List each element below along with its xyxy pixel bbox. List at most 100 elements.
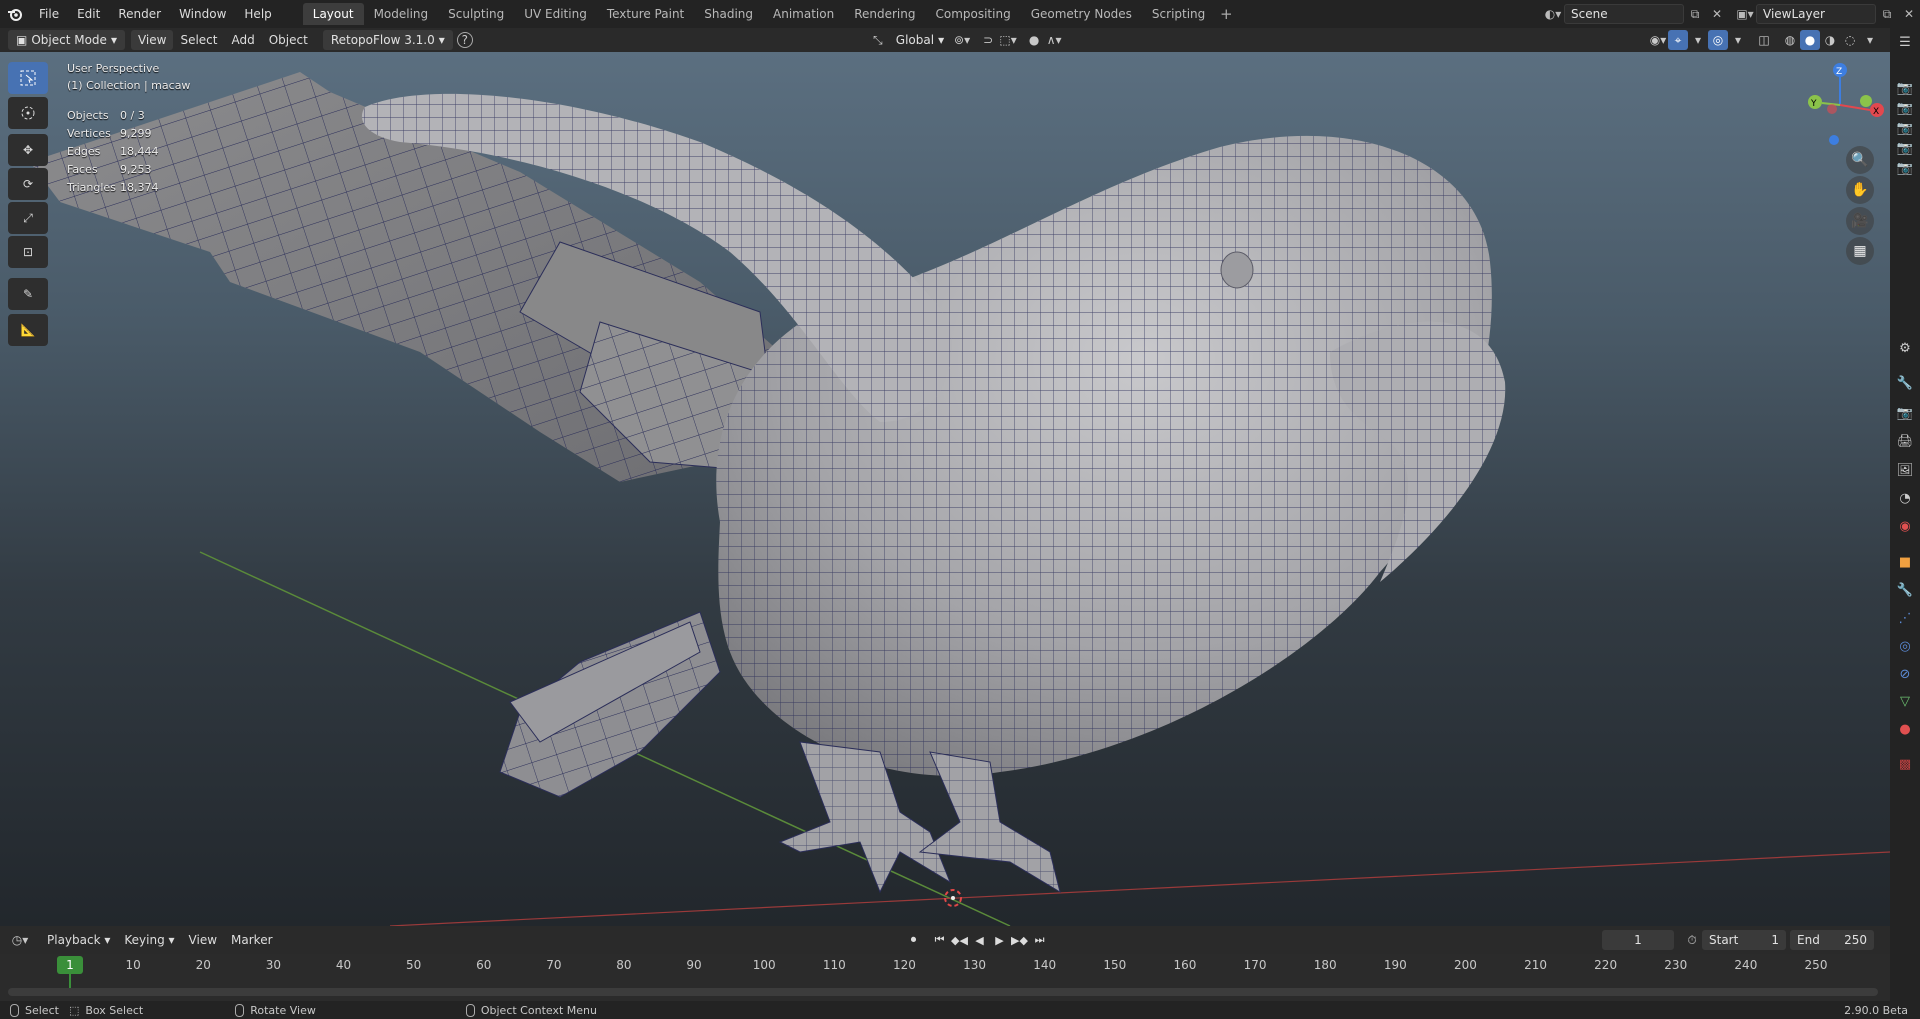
menu-timeline-view[interactable]: View [182,930,224,950]
menu-file[interactable]: File [30,3,68,25]
play-reverse-icon[interactable]: ◀ [970,930,990,950]
modifier-properties-icon[interactable]: 🔧 [1895,580,1915,600]
tab-sculpting[interactable]: Sculpting [438,3,514,25]
tab-geometry-nodes[interactable]: Geometry Nodes [1021,3,1142,25]
tab-texture-paint[interactable]: Texture Paint [597,3,694,25]
timeline-scrollbar[interactable] [8,988,1878,996]
timeline-body[interactable]: 1 10 20 30 40 50 60 70 80 90 100 110 120 130 140 150 160… [0,954,1890,1001]
overlay-toggle-icon[interactable]: ◎ [1708,30,1728,50]
overlay-dropdown-icon[interactable]: ▾ [1728,30,1748,50]
camera-visibility-icon[interactable]: 📷 [1895,118,1915,138]
move-icon[interactable]: ✥ [8,134,48,166]
delete-scene-icon[interactable]: ✕ [1706,3,1728,25]
annotate-icon[interactable]: ✎ [8,278,48,310]
tab-animation[interactable]: Animation [763,3,844,25]
menu-view[interactable]: View [130,30,174,50]
camera-visibility-icon[interactable]: 📷 [1895,98,1915,118]
play-icon[interactable]: ▶ [990,930,1010,950]
snap-icon[interactable]: ⊃ [978,30,998,50]
jump-keyframe-back-icon[interactable]: ◆◀ [950,930,970,950]
menu-edit[interactable]: Edit [68,3,109,25]
grid-icon[interactable]: ▦ [1846,237,1874,265]
jump-end-icon[interactable]: ⏭ [1030,930,1050,950]
jump-keyframe-forward-icon[interactable]: ▶◆ [1010,930,1030,950]
gizmo-toggle-icon[interactable]: ⌖ [1668,30,1688,50]
render-properties-icon[interactable]: 📷 [1895,403,1915,423]
tab-modeling[interactable]: Modeling [364,3,439,25]
scene-field[interactable]: Scene [1564,4,1684,24]
snap-target-icon[interactable]: ⬚▾ [998,30,1018,50]
timer-icon[interactable]: ⏱ [1682,930,1702,950]
texture-properties-icon[interactable]: ▩ [1895,754,1915,774]
solid-shading-icon[interactable]: ● [1800,30,1820,50]
world-properties-icon[interactable]: ◉ [1895,516,1915,536]
falloff-icon[interactable]: ∧▾ [1044,30,1064,50]
editor-type-icon[interactable]: ◷▾ [10,930,30,950]
mode-dropdown[interactable]: ▣ Object Mode ▾ [8,30,125,50]
camera-visibility-icon[interactable]: 📷 [1895,158,1915,178]
tab-uv-editing[interactable]: UV Editing [514,3,597,25]
measure-icon[interactable]: 📐 [8,314,48,346]
delete-view-layer-icon[interactable]: ✕ [1898,3,1920,25]
object-properties-icon[interactable]: ■ [1895,552,1915,572]
timeline-ruler[interactable]: 1 10 20 30 40 50 60 70 80 90 100 110 120 130 140 150 160… [0,954,1890,978]
view-layer-field[interactable]: ViewLayer [1756,4,1876,24]
data-properties-icon[interactable]: ▽ [1895,691,1915,711]
current-frame-field[interactable]: 1 [1602,930,1674,950]
visibility-icon[interactable]: ◉▾ [1648,30,1668,50]
rendered-shading-icon[interactable]: ◌ [1840,30,1860,50]
gizmo-dropdown-icon[interactable]: ▾ [1688,30,1708,50]
navigation-gizmo[interactable]: Z X Y [1790,60,1885,155]
camera-icon[interactable]: 🎥 [1846,207,1874,235]
select-box-icon[interactable] [8,62,48,94]
wireframe-shading-icon[interactable]: ◍ [1780,30,1800,50]
material-shading-icon[interactable]: ◑ [1820,30,1840,50]
menu-keying[interactable]: Keying ▾ [117,930,181,950]
physics-properties-icon[interactable]: ◎ [1895,636,1915,656]
menu-object[interactable]: Object [262,30,315,50]
shading-dropdown-icon[interactable]: ▾ [1860,30,1880,50]
constraints-properties-icon[interactable]: ⊘ [1895,664,1915,684]
transform-icon[interactable]: ⊡ [8,236,48,268]
start-frame-field[interactable]: Start 1 [1702,930,1786,950]
menu-select[interactable]: Select [173,30,224,50]
new-view-layer-icon[interactable]: ⧉ [1876,3,1898,25]
scene-icon[interactable]: ◐▾ [1542,3,1564,25]
pivot-icon[interactable]: ⊚▾ [952,30,972,50]
tool-properties-icon[interactable]: 🔧 [1895,373,1915,393]
scene-properties-icon[interactable]: ◔ [1895,488,1915,508]
record-icon[interactable]: ⏺ [904,930,924,950]
orientation-dropdown[interactable]: Global ▾ [888,30,952,50]
add-workspace-icon[interactable]: + [1215,3,1237,25]
particles-properties-icon[interactable]: ⋰ [1895,608,1915,628]
properties-editor-icon[interactable]: ⚙ [1895,338,1915,358]
tab-layout[interactable]: Layout [302,3,364,25]
tab-shading[interactable]: Shading [694,3,763,25]
3d-viewport[interactable]: ✥ ⟳ ⤢ ⊡ ✎ 📐 User Perspective (1) Collect… [0,52,1890,926]
jump-start-icon[interactable]: ⏮ [930,930,950,950]
rotate-icon[interactable]: ⟳ [8,168,48,200]
transform-orientation-icon[interactable]: ⤡ [868,30,888,50]
tab-scripting[interactable]: Scripting [1142,3,1215,25]
new-scene-icon[interactable]: ⧉ [1684,3,1706,25]
menu-help[interactable]: Help [235,3,280,25]
proportional-edit-icon[interactable]: ● [1024,30,1044,50]
view-layer-icon[interactable]: ▣▾ [1734,3,1756,25]
menu-playback[interactable]: Playback ▾ [40,930,117,950]
end-frame-field[interactable]: End 250 [1790,930,1874,950]
menu-render[interactable]: Render [109,3,170,25]
view-layer-properties-icon[interactable]: 🖼 [1895,460,1915,480]
menu-add[interactable]: Add [224,30,261,50]
hand-icon[interactable]: ✋ [1846,176,1874,204]
menu-window[interactable]: Window [170,3,235,25]
menu-marker[interactable]: Marker [224,930,279,950]
help-icon[interactable]: ? [456,32,473,48]
retopoflow-dropdown[interactable]: RetopoFlow 3.1.0 ▾ [322,30,453,50]
cursor-icon[interactable] [8,97,48,129]
xray-icon[interactable]: ◫ [1754,30,1774,50]
camera-visibility-icon[interactable]: 📷 [1895,78,1915,98]
camera-visibility-icon[interactable]: 📷 [1895,138,1915,158]
tab-rendering[interactable]: Rendering [844,3,925,25]
outliner-icon[interactable]: ☰ [1895,32,1915,52]
blender-logo-icon[interactable] [0,0,30,28]
